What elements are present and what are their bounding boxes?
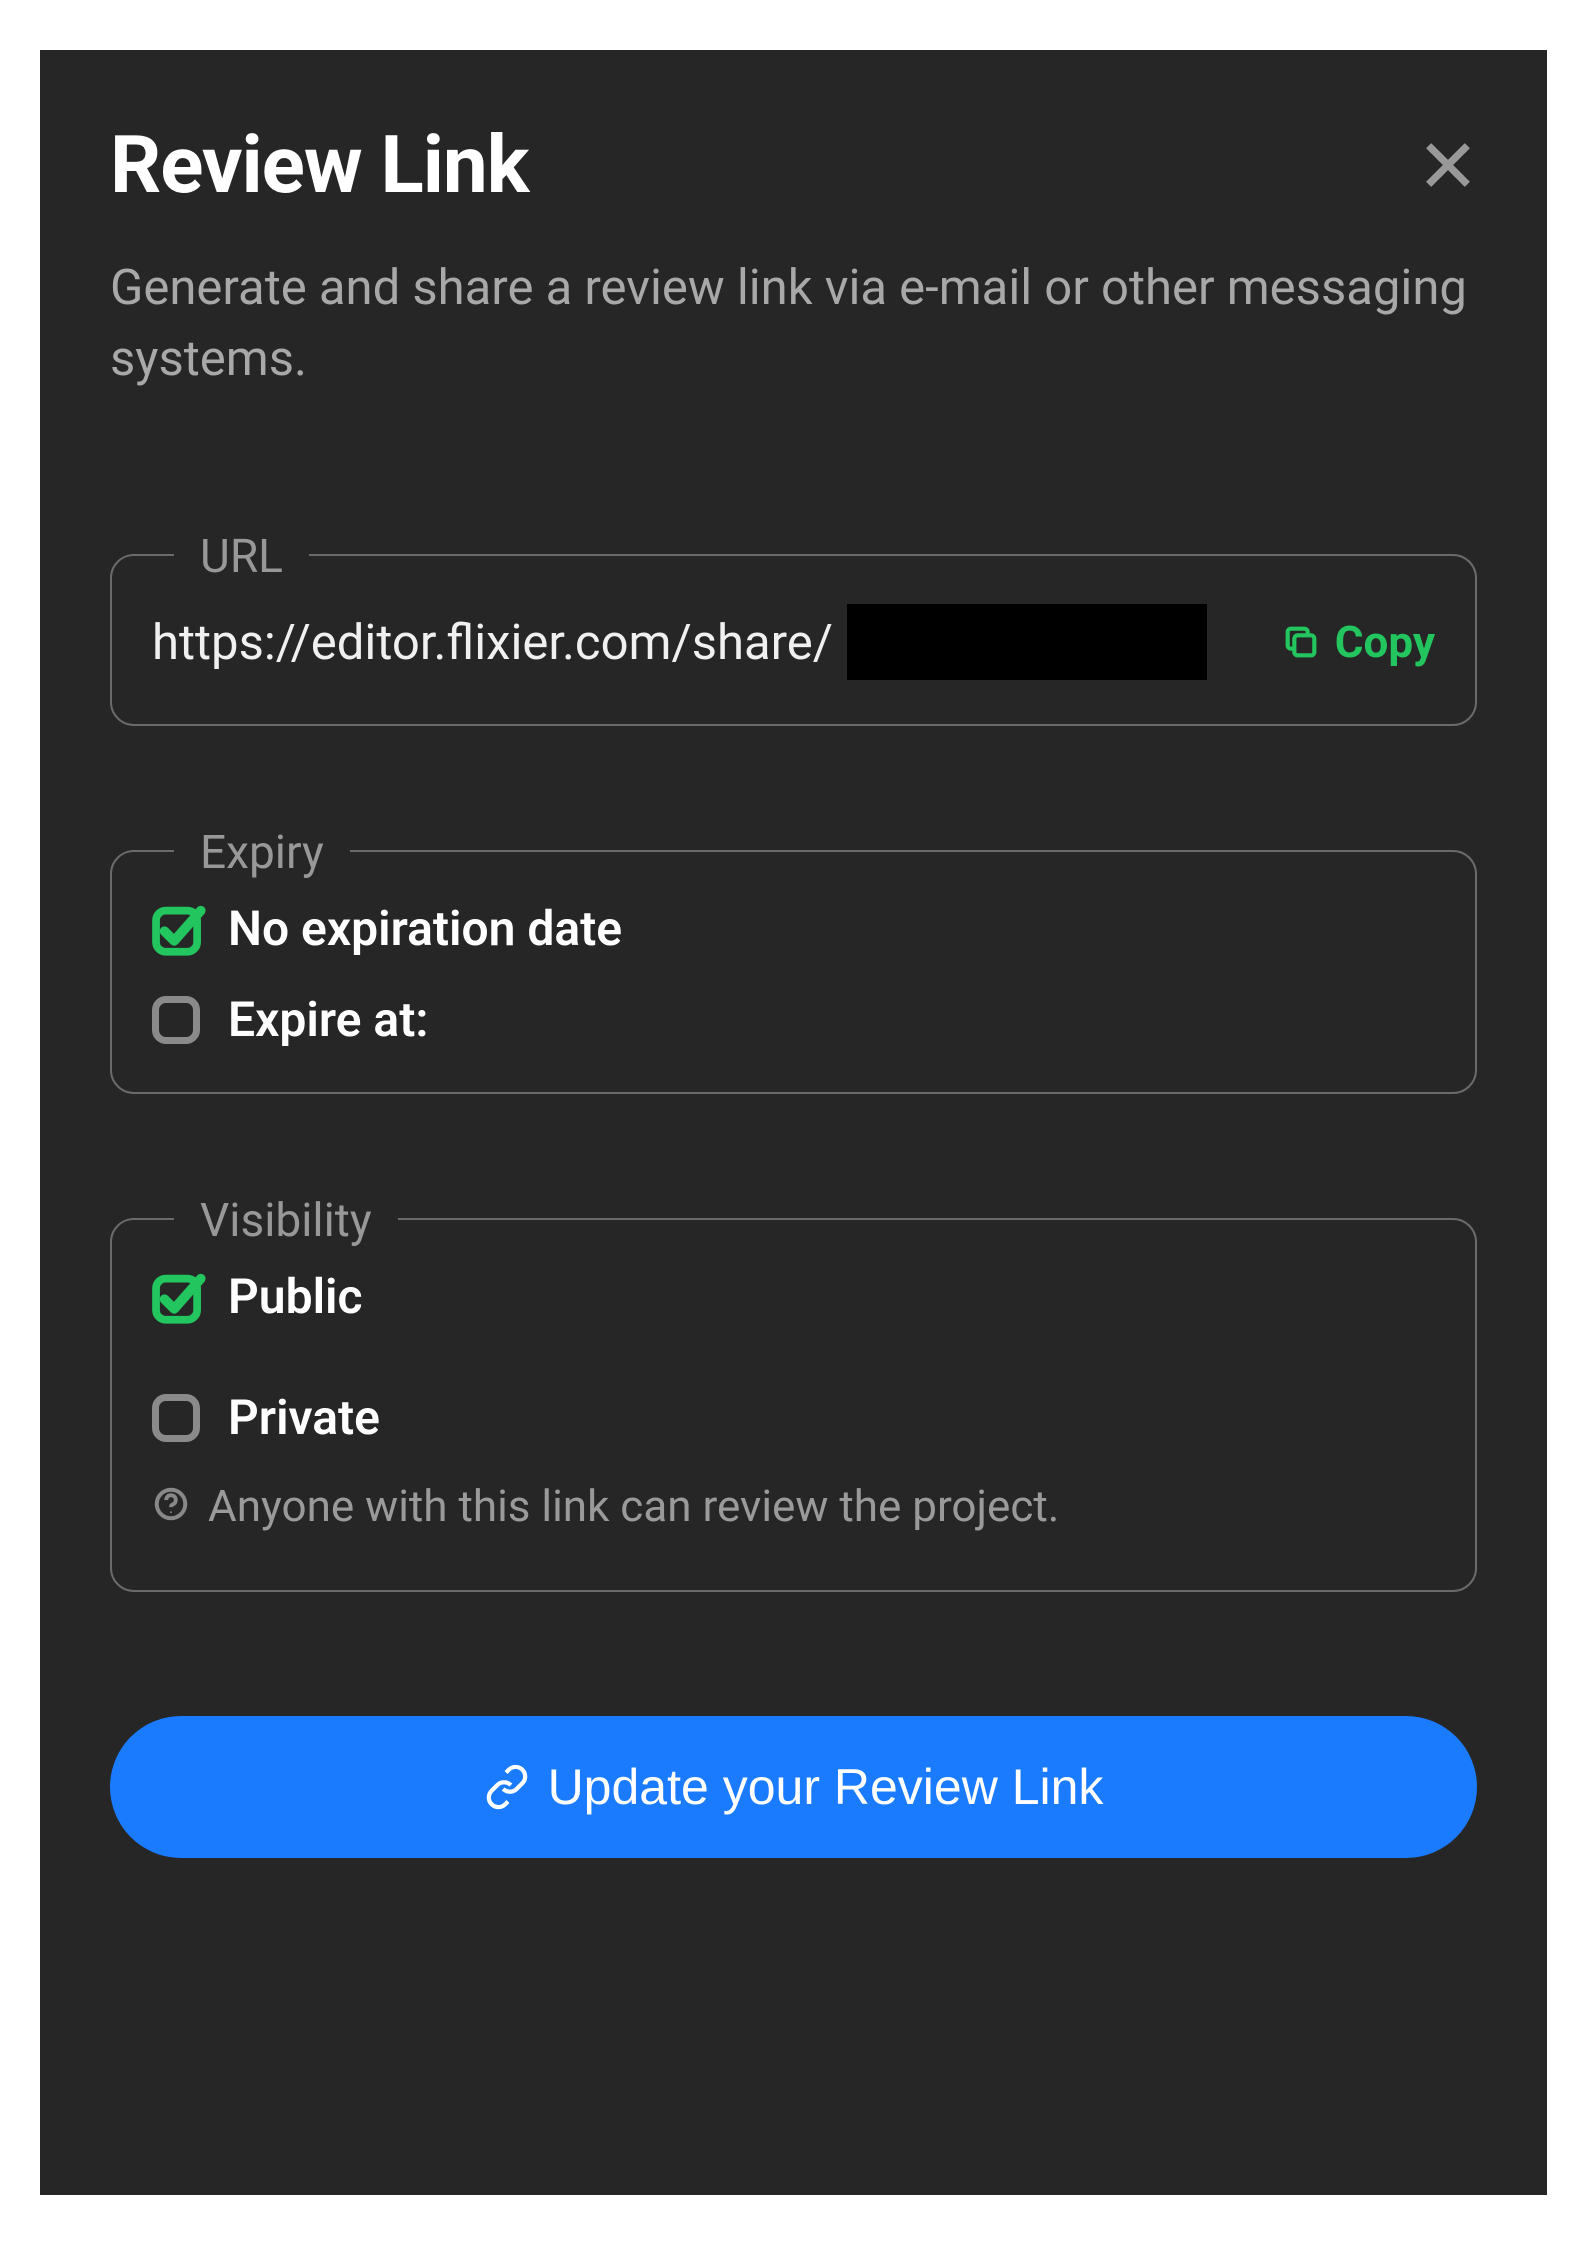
modal-title: Review Link (110, 118, 529, 212)
checkbox-checked-icon (150, 1269, 208, 1327)
url-redacted-segment (847, 604, 1207, 680)
url-row: https://editor.flixier.com/share/ Copy (152, 604, 1435, 680)
expiry-legend: Expiry (174, 826, 350, 880)
option-no-expiration[interactable]: No expiration date (152, 900, 1435, 957)
checkbox-private[interactable] (152, 1394, 200, 1442)
update-button-label: Update your Review Link (548, 1758, 1104, 1816)
link-icon (484, 1764, 530, 1810)
visibility-legend: Visibility (174, 1194, 398, 1248)
option-expire-at[interactable]: Expire at: (152, 991, 1435, 1048)
visibility-help-text: Anyone with this link can review the pro… (208, 1480, 1059, 1532)
help-icon (152, 1485, 190, 1527)
checkbox-checked-icon (150, 901, 208, 959)
option-public[interactable]: Public (152, 1268, 1435, 1325)
option-no-expiration-label: No expiration date (228, 900, 622, 957)
update-review-link-button[interactable]: Update your Review Link (110, 1716, 1477, 1858)
url-value[interactable]: https://editor.flixier.com/share/ (152, 614, 833, 671)
copy-icon (1281, 622, 1321, 662)
visibility-fieldset: Visibility Public Private An (110, 1218, 1477, 1592)
option-private-label: Private (228, 1389, 380, 1446)
expiry-fieldset: Expiry No expiration date Expire at: (110, 850, 1477, 1094)
review-link-modal: Review Link Generate and share a review … (40, 50, 1547, 2195)
checkbox-public[interactable] (152, 1273, 200, 1321)
checkbox-no-expiration[interactable] (152, 905, 200, 953)
url-legend: URL (174, 530, 309, 584)
close-button[interactable] (1419, 136, 1477, 198)
url-fieldset: URL https://editor.flixier.com/share/ Co… (110, 554, 1477, 726)
option-private[interactable]: Private (152, 1389, 1435, 1446)
option-expire-at-label: Expire at: (228, 991, 428, 1048)
checkbox-expire-at[interactable] (152, 996, 200, 1044)
modal-description: Generate and share a review link via e-m… (110, 252, 1477, 394)
copy-button[interactable]: Copy (1281, 616, 1435, 668)
copy-label: Copy (1335, 616, 1435, 668)
option-public-label: Public (228, 1268, 363, 1325)
visibility-help-row: Anyone with this link can review the pro… (152, 1480, 1435, 1532)
modal-header: Review Link (110, 118, 1477, 212)
close-icon (1419, 136, 1477, 194)
